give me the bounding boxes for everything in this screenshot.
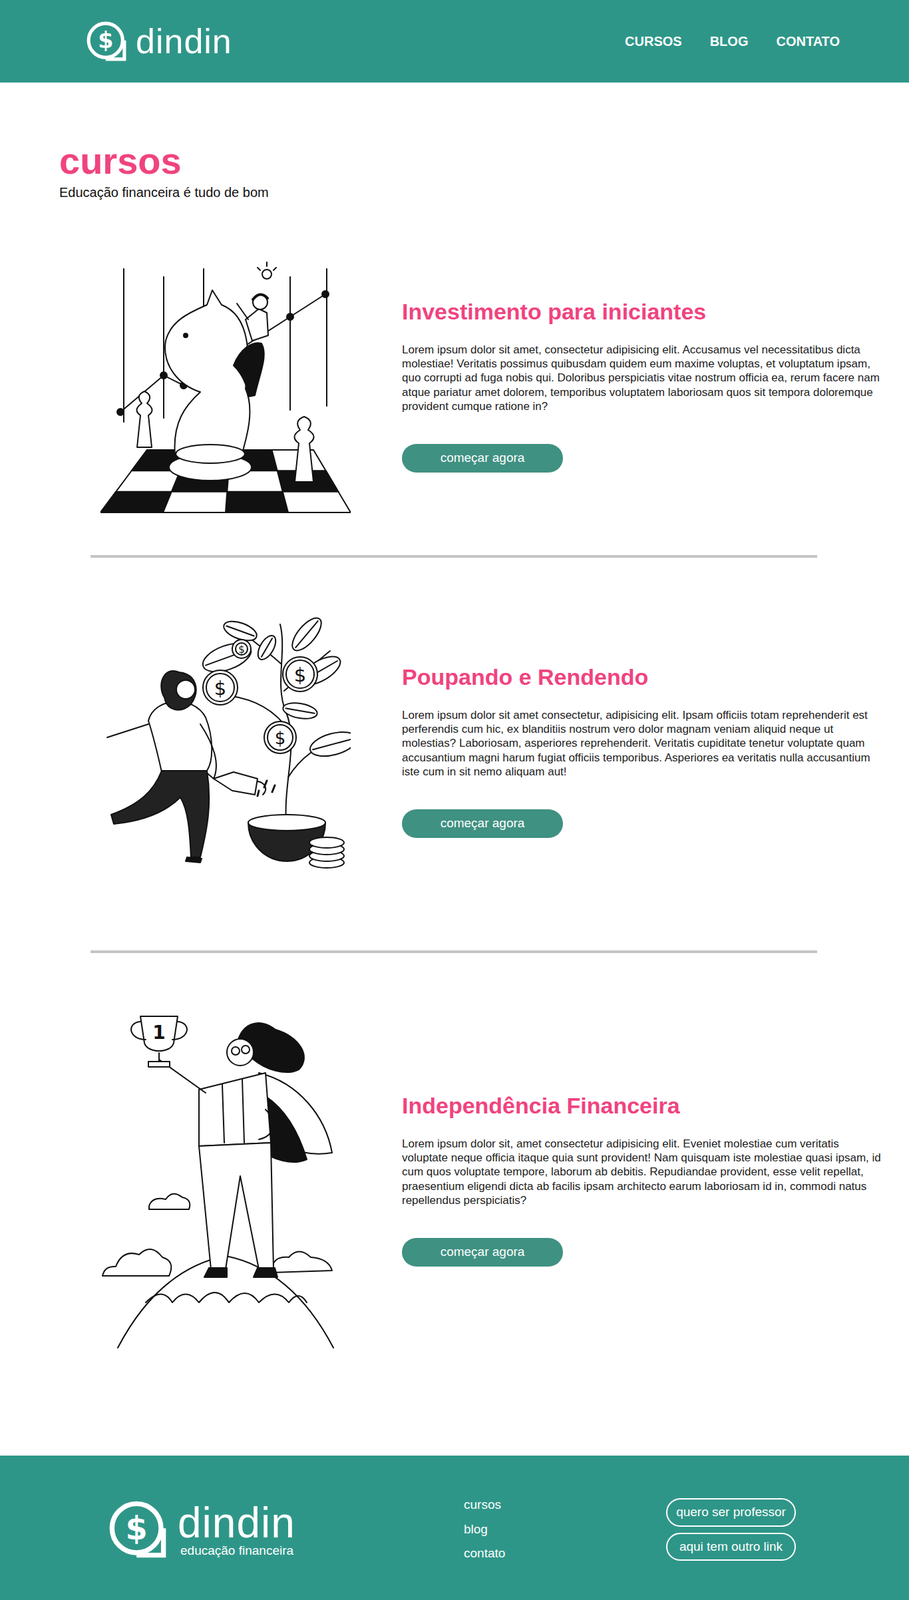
section-divider <box>90 554 818 558</box>
logo[interactable]: $dindin <box>85 19 233 63</box>
footer-links: cursos blog contato <box>463 1496 667 1562</box>
footer-link[interactable]: blog <box>463 1521 667 1538</box>
footer-link[interactable]: contato <box>463 1545 667 1562</box>
footer-button[interactable]: quero ser professor <box>666 1497 796 1527</box>
svg-text:$: $ <box>214 676 227 700</box>
nav-link[interactable]: BLOG <box>710 31 749 52</box>
svg-text:$: $ <box>294 663 307 687</box>
main-content: cursosEducação financeira é tudo de bom I… <box>0 82 909 1456</box>
start-button[interactable]: começar agora <box>401 1237 563 1267</box>
start-button[interactable]: começar agora <box>401 443 563 473</box>
course-description: Lorem ipsum dolor sit amet consectetur, … <box>401 708 886 779</box>
svg-text:$: $ <box>238 643 245 656</box>
course-body: Investimento para iniciantes Lorem ipsum … <box>401 298 886 473</box>
svg-text:$: $ <box>97 27 114 54</box>
svg-text:1: 1 <box>152 1021 166 1044</box>
course-illustration: 1 <box>59 1009 392 1349</box>
course-body: Independência Financeira Lorem ipsum dolo… <box>401 1091 886 1267</box>
main-nav: CURSOS BLOG CONTATO <box>624 31 840 52</box>
start-button[interactable]: começar agora <box>401 809 563 838</box>
footer-logo[interactable]: $dindineducação financeira <box>107 1498 464 1560</box>
course-illustration <box>59 255 392 516</box>
footer-button[interactable]: aqui tem outro link <box>666 1532 796 1562</box>
money-tree-illustration: $ $ $ $ <box>100 610 351 891</box>
course-description: Lorem ipsum dolor sit, amet consectetur … <box>401 1136 886 1208</box>
site-header: $dindin CURSOS BLOG CONTATO <box>0 0 909 83</box>
course-body: Poupando e Rendendo Lorem ipsum dolor sit… <box>401 663 886 838</box>
course-description: Lorem ipsum dolor sit amet, consectetur … <box>401 342 886 414</box>
course-title: Investimento para iniciantes <box>401 298 886 326</box>
svg-text:$: $ <box>274 727 287 748</box>
page-title: cursos <box>59 142 886 180</box>
footer-link[interactable]: cursos <box>463 1496 667 1514</box>
course-title: Poupando e Rendendo <box>401 663 886 691</box>
site-footer: $dindineducação financeiracursos blog cont… <box>0 1455 909 1600</box>
nav-link[interactable]: CONTATO <box>775 31 840 52</box>
logo-icon: $ <box>107 1498 169 1560</box>
course-section: 1 Independência Financeira Lorem ipsum dol… <box>59 952 886 1456</box>
page-subtitle: Educação financeira é tudo de bom <box>59 182 886 203</box>
footer-buttons: quero ser professor aqui tem outro link <box>666 1497 909 1561</box>
logo-icon: $ <box>85 19 128 63</box>
course-section: Investimento para iniciantes Lorem ipsum … <box>59 202 886 555</box>
chess-illustration <box>100 255 351 516</box>
course-title: Independência Financeira <box>401 1091 886 1120</box>
course-section: $ $ $ $ Poupando e Rendendo Lorem ipsum dolor… <box>59 557 886 951</box>
course-illustration: $ $ $ $ <box>59 610 392 891</box>
nav-link[interactable]: CURSOS <box>624 31 683 52</box>
svg-text:$: $ <box>125 1509 148 1547</box>
winner-illustration: 1 <box>99 1009 353 1349</box>
section-divider <box>90 950 818 953</box>
